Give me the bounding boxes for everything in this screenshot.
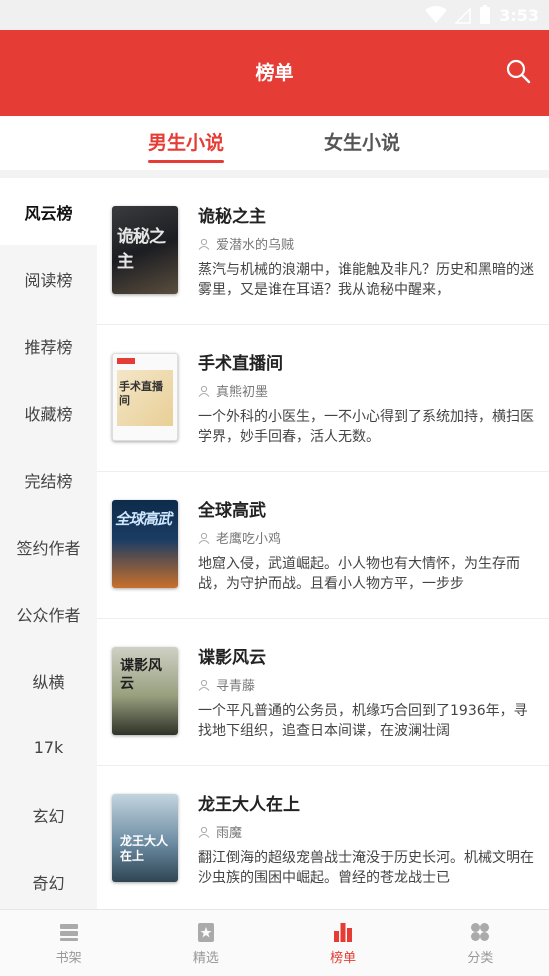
book-item[interactable]: 手术直播间 手术直播间 真熊初墨 一个外科的小医生，一不小心得到了系统加持，横扫…	[97, 325, 549, 472]
nav-bookshelf[interactable]: 书架	[0, 910, 137, 976]
book-author: 寻青藤	[198, 675, 255, 694]
tab-male-novels[interactable]: 男生小说	[148, 128, 225, 163]
sidebar-item-label: 推荐榜	[24, 337, 73, 357]
book-item[interactable]: 全球高武 全球高武 老鹰吃小鸡 地窟入侵，武道崛起。小人物也有大情怀，为生存而战…	[97, 472, 549, 619]
nav-category[interactable]: 分类	[412, 910, 549, 976]
ranking-icon	[334, 922, 353, 942]
search-icon	[506, 59, 531, 84]
sidebar-item-label: 公众作者	[16, 605, 81, 625]
nav-label: 分类	[467, 950, 494, 966]
cover-title: 诡秘之主	[117, 227, 166, 272]
sidebar-item-label: 收藏榜	[24, 404, 73, 424]
user-icon	[198, 826, 210, 838]
book-item[interactable]: 谍影风云 谍影风云 寻青藤 一个平凡普通的公务员，机缘巧合回到了1936年，寻找…	[97, 619, 549, 766]
book-author: 真熊初墨	[198, 381, 268, 400]
book-author-name: 老鹰吃小鸡	[216, 532, 282, 547]
book-author-name: 雨魔	[216, 826, 243, 841]
sidebar-item-completed[interactable]: 完结榜	[0, 446, 97, 513]
cover-title: 手术直播间	[119, 380, 163, 407]
user-icon	[198, 679, 210, 691]
bottom-nav: 书架 精选 榜单 分类	[0, 909, 549, 976]
sidebar-item-label: 签约作者	[16, 538, 81, 558]
status-time: 3:53	[499, 5, 539, 25]
sidebar-item-label: 17k	[33, 738, 64, 757]
page-title: 榜单	[255, 62, 294, 84]
nav-featured[interactable]: 精选	[137, 910, 274, 976]
sidebar-item-label: 奇幻	[32, 873, 65, 893]
nav-label: 书架	[55, 950, 82, 966]
status-icons: 3:53	[425, 5, 539, 25]
book-title: 诡秘之主	[198, 207, 266, 227]
sidebar-item-public-authors[interactable]: 公众作者	[0, 580, 97, 647]
sidebar-item-label: 玄幻	[32, 806, 65, 826]
user-icon	[198, 532, 210, 544]
nav-label: 榜单	[330, 950, 357, 966]
book-description: 蒸汽与机械的浪潮中，谁能触及非凡？历史和黑暗的迷雾里，又是谁在耳语？我从诡秘中醒…	[198, 262, 534, 298]
sidebar-item-zongheng[interactable]: 纵横	[0, 647, 97, 714]
sidebar-item-label: 纵横	[32, 672, 65, 692]
user-icon	[198, 238, 210, 250]
sidebar-item-qihuan[interactable]: 奇幻	[0, 848, 97, 915]
book-author: 雨魔	[198, 822, 242, 841]
bookshelf-icon	[59, 923, 78, 941]
sidebar-item-recommend[interactable]: 推荐榜	[0, 312, 97, 379]
app-header: 榜单	[0, 30, 549, 116]
book-description: 一个外科的小医生，一不小心得到了系统加持，横扫医学界，妙手回春，活人无数。	[198, 409, 534, 445]
book-title: 龙王大人在上	[198, 795, 300, 815]
book-author-name: 爱潜水的乌贼	[216, 238, 295, 253]
book-title: 谍影风云	[198, 648, 266, 668]
user-icon	[198, 385, 210, 397]
divider	[0, 170, 549, 178]
book-cover: 谍影风云	[112, 647, 178, 735]
sidebar-item-17k[interactable]: 17k	[0, 714, 97, 781]
tab-female-novels-label: 女生小说	[324, 132, 401, 154]
gender-tabs: 男生小说 女生小说	[0, 116, 549, 172]
cover-logo	[117, 358, 135, 364]
book-item[interactable]: 诡秘之主 诡秘之主 爱潜水的乌贼 蒸汽与机械的浪潮中，谁能触及非凡？历史和黑暗的…	[97, 178, 549, 325]
sidebar-item-xuanhuan[interactable]: 玄幻	[0, 781, 97, 848]
book-author: 老鹰吃小鸡	[198, 528, 281, 547]
sidebar-item-signed-authors[interactable]: 签约作者	[0, 513, 97, 580]
featured-icon	[197, 922, 214, 942]
tab-male-novels-label: 男生小说	[148, 132, 225, 154]
book-description: 翻江倒海的超级宠兽战士淹没于历史长河。机械文明在沙虫族的围困中崛起。曾经的苍龙战…	[198, 850, 534, 886]
tab-female-novels[interactable]: 女生小说	[324, 128, 400, 155]
ranking-sidebar: 风云榜 阅读榜 推荐榜 收藏榜 完结榜 签约作者 公众作者 纵横 17k 玄幻 …	[0, 178, 97, 909]
book-author-name: 寻青藤	[216, 679, 256, 694]
book-description: 地窟入侵，武道崛起。小人物也有大情怀，为生存而战，为守护而战。且看小人物方平，一…	[198, 556, 520, 592]
book-cover: 全球高武	[112, 500, 178, 588]
sidebar-item-label: 完结榜	[24, 471, 73, 491]
book-item[interactable]: 龙王大人在上 龙王大人在上 雨魔 翻江倒海的超级宠兽战士淹没于历史长河。机械文明…	[97, 766, 549, 909]
sidebar-item-fengyun[interactable]: 风云榜	[0, 178, 97, 245]
cover-title: 全球高武	[115, 510, 172, 528]
search-button[interactable]	[505, 58, 531, 84]
category-icon	[471, 922, 490, 941]
sidebar-item-reading[interactable]: 阅读榜	[0, 245, 97, 312]
book-cover: 手术直播间	[112, 353, 178, 441]
signal-icon	[455, 7, 471, 24]
battery-icon	[480, 5, 491, 24]
status-bar: 3:53	[0, 0, 549, 30]
book-cover: 龙王大人在上	[112, 794, 178, 882]
active-tab-indicator	[148, 160, 225, 163]
cover-title: 龙王大人在上	[120, 834, 169, 863]
sidebar-item-label: 风云榜	[24, 203, 73, 223]
book-list: 诡秘之主 诡秘之主 爱潜水的乌贼 蒸汽与机械的浪潮中，谁能触及非凡？历史和黑暗的…	[97, 178, 549, 909]
wifi-icon	[425, 6, 448, 23]
book-title: 手术直播间	[198, 354, 283, 374]
sidebar-item-label: 阅读榜	[24, 270, 73, 290]
sidebar-item-favorites[interactable]: 收藏榜	[0, 379, 97, 446]
nav-label: 精选	[192, 950, 219, 966]
book-author-name: 真熊初墨	[216, 385, 269, 400]
book-cover: 诡秘之主	[112, 206, 178, 294]
book-author: 爱潜水的乌贼	[198, 234, 294, 253]
nav-ranking[interactable]: 榜单	[275, 910, 412, 976]
book-description: 一个平凡普通的公务员，机缘巧合回到了1936年，寻找地下组织，追查日本间谍，在波…	[198, 703, 528, 739]
cover-title: 谍影风云	[120, 658, 162, 692]
book-title: 全球高武	[198, 501, 266, 521]
